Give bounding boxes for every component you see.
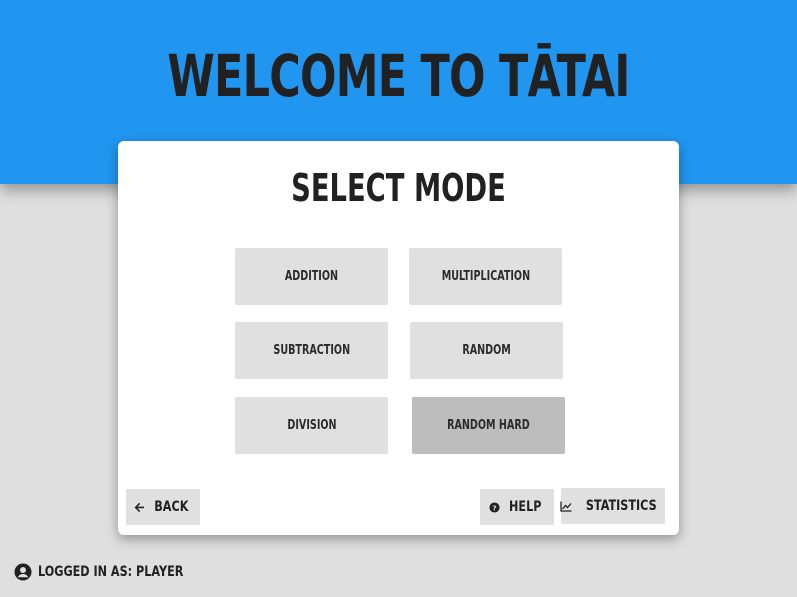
statistics-button[interactable]: STATISTICS [560,488,665,524]
card-title: SELECT MODE [291,166,506,210]
app-title: WELCOME TO TĀTAI [167,42,630,110]
mode-select-card: SELECT MODE ADDITION MULTIPLICATION SUBT… [118,141,679,535]
random-hard-button[interactable]: RANDOM HARD [412,397,565,454]
random-hard-button-label: RANDOM HARD [447,418,530,433]
help-button[interactable]: ? HELP [480,489,554,525]
help-button-label: HELP [508,499,542,515]
line-chart-icon [560,501,572,512]
user-circle-icon [14,563,32,581]
multiplication-button[interactable]: MULTIPLICATION [409,248,562,305]
logged-in-text: LOGGED IN AS: PLAYER [38,564,184,580]
back-button-label: BACK [153,499,189,515]
random-button[interactable]: RANDOM [410,322,563,379]
question-circle-icon: ? [489,501,500,513]
addition-button-label: ADDITION [284,269,339,284]
multiplication-button-label: MULTIPLICATION [441,269,530,284]
arrow-left-icon [134,502,145,513]
statistics-button-label: STATISTICS [586,498,657,514]
random-button-label: RANDOM [462,343,511,358]
addition-button[interactable]: ADDITION [235,248,388,305]
subtraction-button[interactable]: SUBTRACTION [235,322,388,379]
login-status: LOGGED IN AS: PLAYER [14,562,220,582]
subtraction-button-label: SUBTRACTION [273,343,350,358]
svg-text:?: ? [492,503,496,512]
division-button-label: DIVISION [286,418,337,433]
back-button[interactable]: BACK [126,489,200,525]
division-button[interactable]: DIVISION [235,397,388,454]
